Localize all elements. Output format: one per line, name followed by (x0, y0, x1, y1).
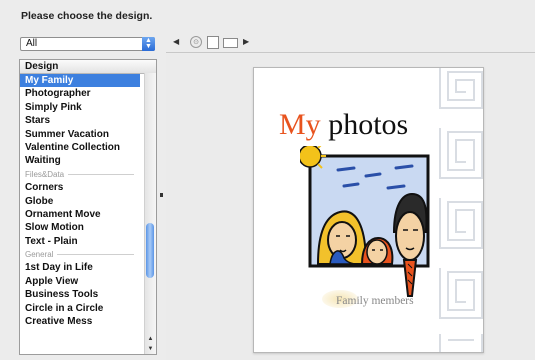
list-item[interactable]: Apple View (20, 275, 140, 288)
list-item-label: Text - Plain (25, 235, 78, 247)
list-item[interactable]: Summer Vacation (20, 128, 140, 141)
list-item[interactable]: Text - Plain (20, 235, 140, 248)
left-arrow-icon[interactable]: ◀ (173, 37, 179, 46)
preview-title-accent: My (279, 108, 321, 141)
list-item-label: Ornament Move (25, 208, 101, 220)
list-item-label: Simply Pink (25, 101, 82, 113)
category-divider (57, 254, 134, 256)
splitter-handle-icon[interactable] (160, 193, 163, 197)
list-item[interactable]: 1st Day in Life (20, 261, 140, 274)
preview-toolbar: ◀ ⊙ ▶ (166, 33, 535, 53)
list-item-label: Waiting (25, 155, 61, 167)
list-item-label: Summer Vacation (25, 128, 109, 140)
slideshow-icon[interactable]: ⊙ (190, 36, 202, 48)
right-arrow-icon[interactable]: ▶ (243, 37, 249, 46)
select-arrows-icon: ▲ ▼ (142, 37, 155, 51)
list-item-label: Slow Motion (25, 222, 84, 234)
list-item-label: Business Tools (25, 289, 99, 301)
list-item-label: Creative Mess (25, 316, 93, 328)
list-item-label: Apple View (25, 275, 79, 287)
list-item[interactable]: Stars (20, 114, 140, 127)
list-item[interactable]: Slow Motion (20, 221, 140, 234)
list-item[interactable]: Waiting (20, 154, 140, 167)
preview-caption: Family members (336, 295, 414, 307)
filter-selected-value: All (26, 38, 38, 49)
maze-pattern-decoration (439, 68, 483, 352)
list-item-label: My Family (25, 75, 74, 86)
list-item-label: Corners (25, 182, 64, 194)
scroll-thumb[interactable] (146, 223, 154, 278)
list-scrollbar[interactable]: ▲ ▼ (144, 73, 156, 354)
list-item[interactable]: Photographer (20, 87, 140, 100)
list-item[interactable]: Globe (20, 195, 140, 208)
category-label: General (25, 250, 54, 260)
category-divider (68, 173, 134, 175)
design-preview-page: My photos Family members (253, 67, 484, 353)
design-column-header[interactable]: Design (20, 60, 156, 74)
list-category-header: General (20, 248, 140, 261)
panel-splitter[interactable] (160, 33, 164, 358)
list-item[interactable]: Corners (20, 181, 140, 194)
list-item-label: Circle in a Circle (25, 302, 104, 314)
preview-area: My photos Family members (166, 54, 535, 360)
list-item-label: Valentine Collection (25, 141, 121, 153)
list-item[interactable]: My Family (20, 74, 140, 88)
preview-title-rest: photos (320, 108, 409, 141)
list-item-label: Globe (25, 195, 54, 207)
preview-title: My photos (279, 108, 408, 142)
list-item[interactable]: Circle in a Circle (20, 302, 140, 315)
design-list-body: My Family Photographer Simply Pink Stars Sum… (20, 74, 156, 328)
list-item-label: Photographer (25, 88, 91, 100)
design-list[interactable]: Design My Family Photographer Simply Pink S… (19, 59, 157, 355)
list-item-label: Stars (25, 115, 51, 127)
family-drawing-image (300, 146, 430, 297)
list-item[interactable]: Simply Pink (20, 101, 140, 114)
list-item[interactable]: Ornament Move (20, 208, 140, 221)
landscape-page-icon[interactable] (223, 38, 238, 48)
dialog-title: Please choose the design. (21, 10, 153, 22)
list-item[interactable]: Business Tools (20, 288, 140, 301)
portrait-page-icon[interactable] (207, 36, 219, 49)
list-item[interactable]: Creative Mess (20, 315, 140, 328)
list-item-label: 1st Day in Life (25, 262, 93, 274)
design-filter-select[interactable]: All ▲ ▼ (20, 37, 155, 51)
list-category-header: Files&Data (20, 168, 140, 181)
list-item[interactable]: Valentine Collection (20, 141, 140, 154)
scroll-down-arrow-icon[interactable]: ▼ (145, 344, 156, 354)
category-label: Files&Data (25, 169, 65, 179)
scroll-up-arrow-icon[interactable]: ▲ (145, 334, 156, 344)
